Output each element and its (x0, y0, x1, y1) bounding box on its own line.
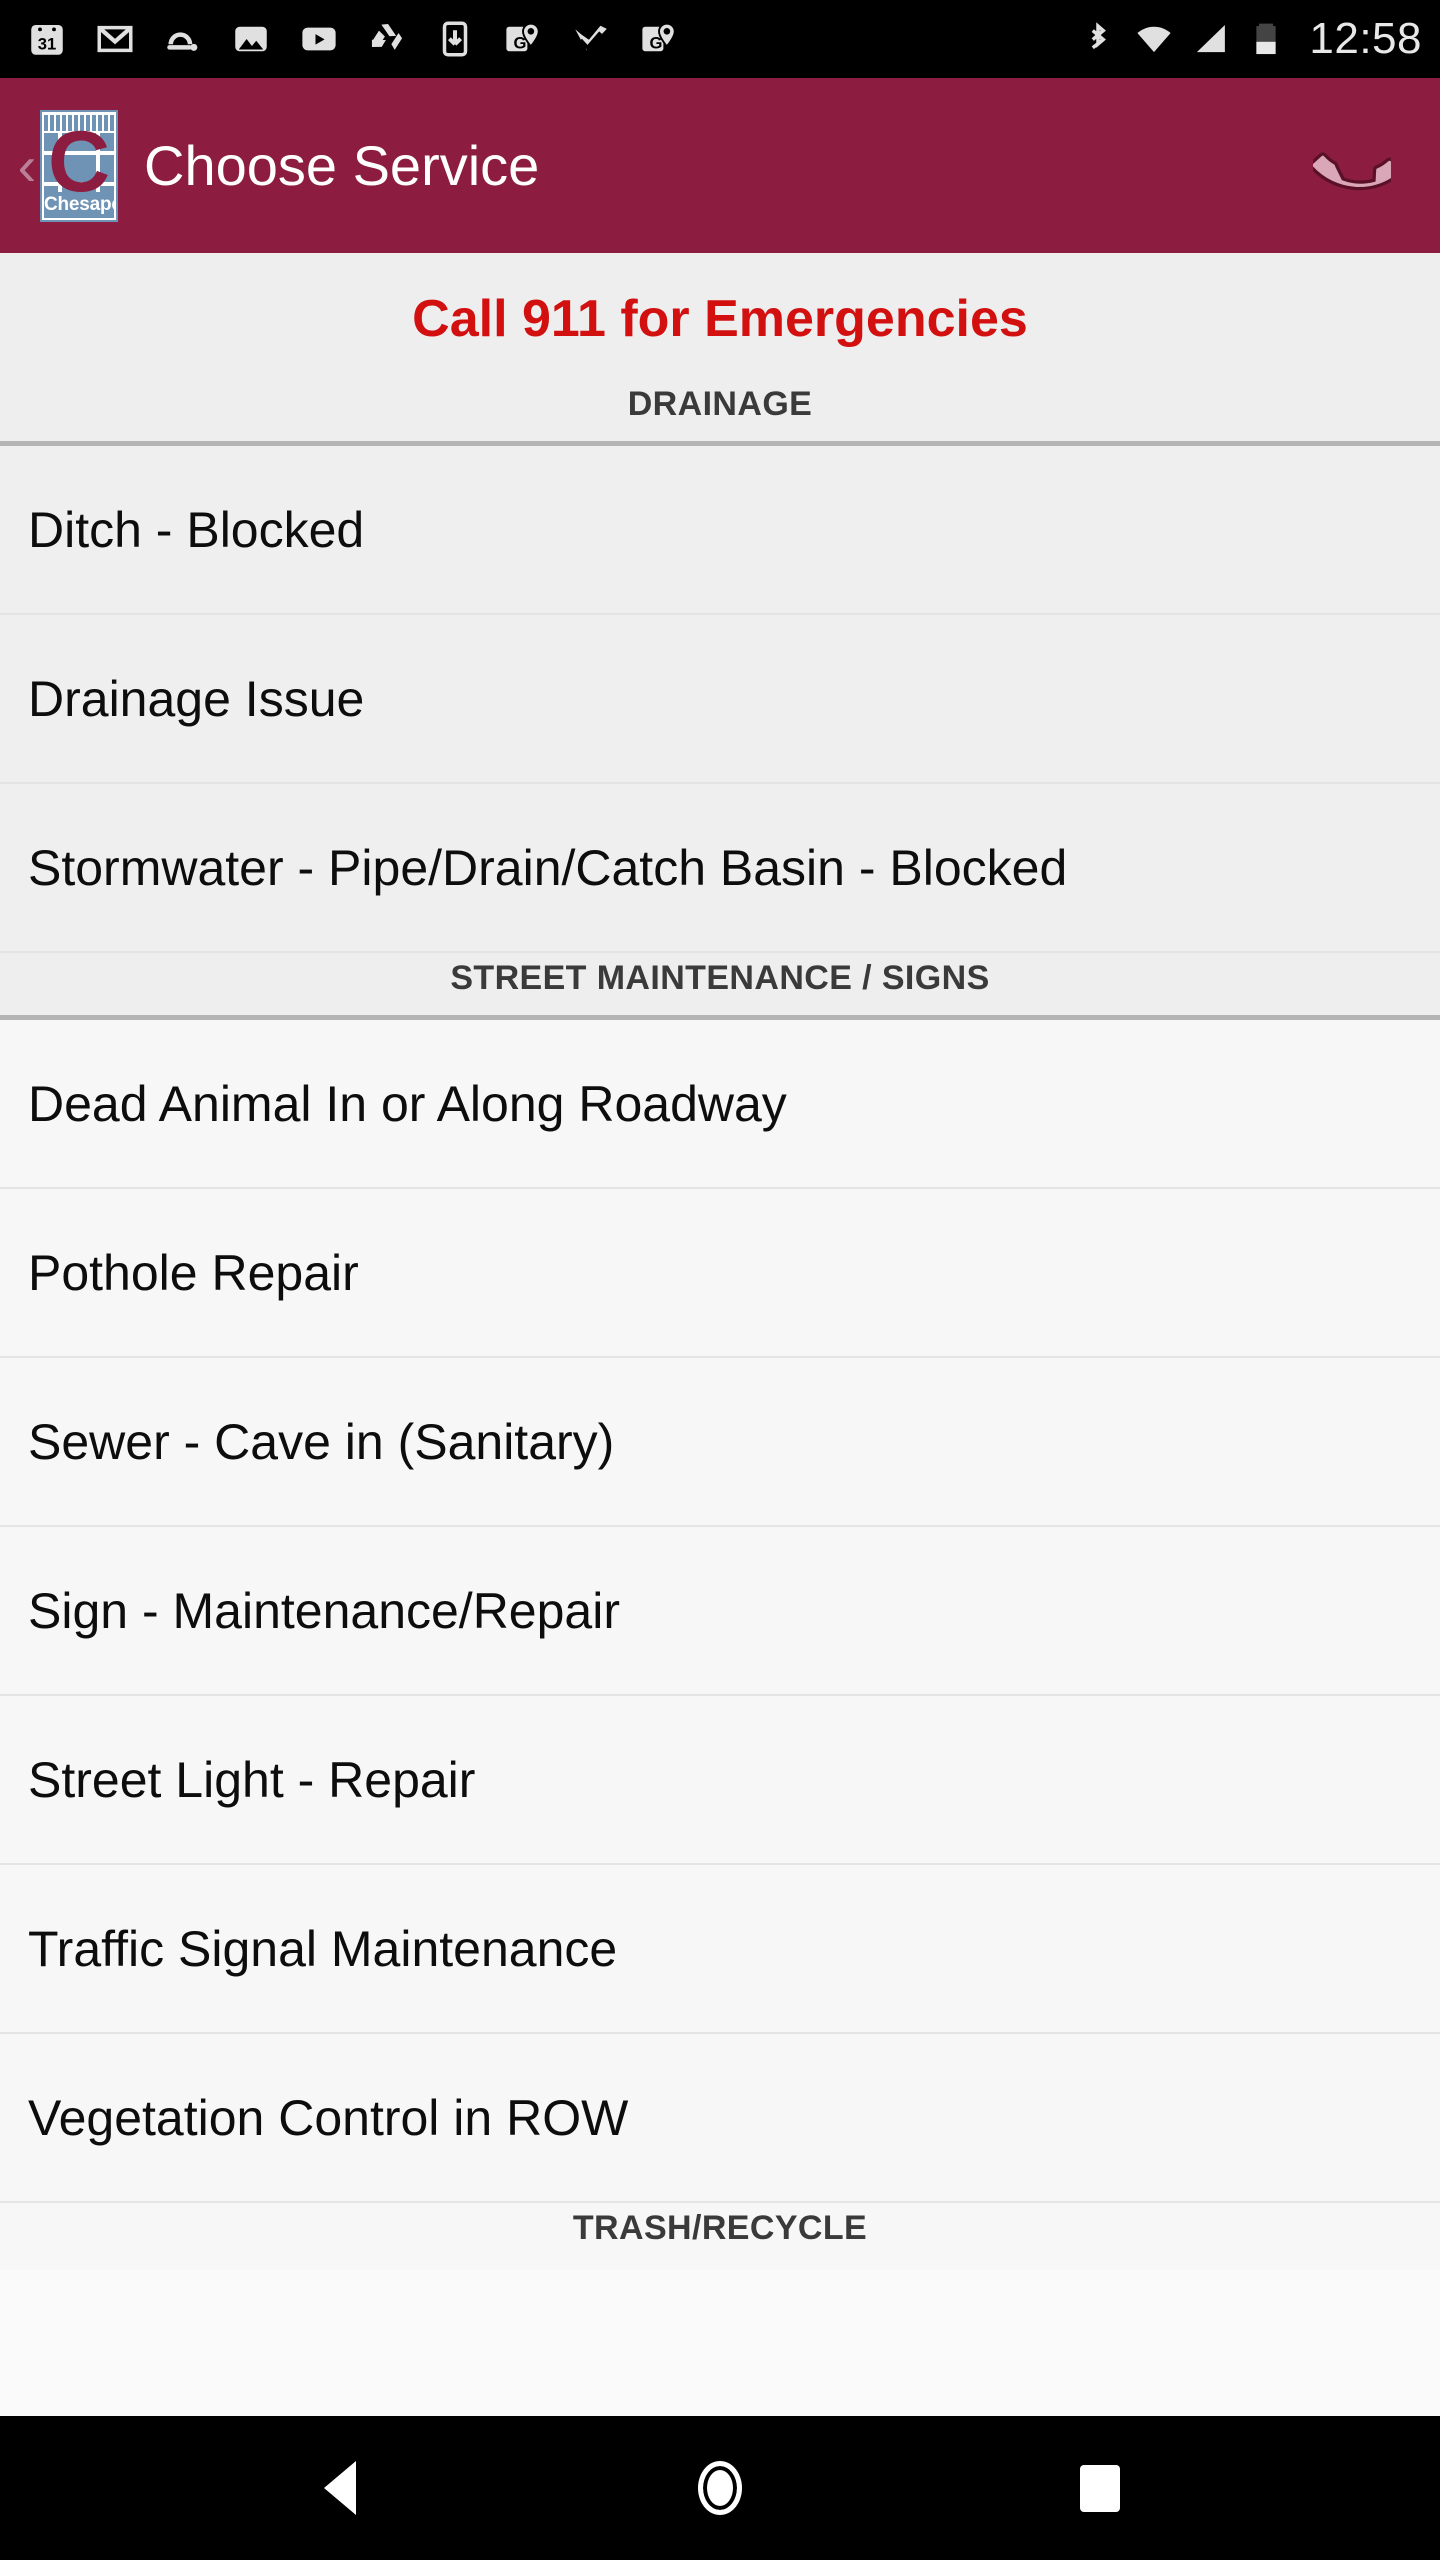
service-label: Vegetation Control in ROW (28, 2089, 629, 2146)
service-label: Drainage Issue (28, 670, 365, 727)
battery-icon (1245, 17, 1287, 61)
emergency-notice: Call 911 for Emergencies (412, 290, 1028, 348)
service-label: Sign - Maintenance/Repair (28, 1582, 620, 1639)
back-nav-icon[interactable] (285, 2433, 395, 2543)
list-item[interactable]: Sign - Maintenance/Repair (0, 1527, 1440, 1696)
youtube-icon (298, 17, 340, 61)
service-label: Sewer - Cave in (Sanitary) (28, 1413, 615, 1470)
bluetooth-icon (1077, 17, 1119, 61)
google-fit-icon (162, 17, 204, 61)
list-item[interactable]: Dead Animal In or Along Roadway (0, 1020, 1440, 1189)
service-label: Traffic Signal Maintenance (28, 1920, 618, 1977)
status-system-icons: 12:58 (1077, 14, 1422, 64)
recents-nav-icon[interactable] (1045, 2433, 1155, 2543)
section-header-label: STREET MAINTENANCE / SIGNS (450, 959, 990, 997)
calendar-31-icon: 31 (26, 17, 68, 61)
back-button[interactable]: ‹ (10, 126, 44, 206)
gmail-icon (94, 17, 136, 61)
service-label: Pothole Repair (28, 1244, 359, 1301)
download-icon (434, 17, 476, 61)
section-header-drainage: DRAINAGE (0, 379, 1440, 446)
tasks-check-icon (570, 17, 612, 61)
logo-letter: C (47, 113, 111, 210)
wifi-icon (1133, 17, 1175, 61)
service-label: Ditch - Blocked (28, 501, 365, 558)
phone-screen: 31 G G 12:58 ‹ C Chesap Choose Service C… (0, 0, 1440, 2560)
status-clock: 12:58 (1309, 14, 1422, 63)
list-item[interactable]: Stormwater - Pipe/Drain/Catch Basin - Bl… (0, 784, 1440, 953)
service-label: Stormwater - Pipe/Drain/Catch Basin - Bl… (28, 839, 1068, 896)
drive-icon (366, 17, 408, 61)
photos-icon (230, 17, 272, 61)
home-nav-icon[interactable] (665, 2433, 775, 2543)
android-nav-bar (0, 2416, 1440, 2560)
section-header-trash-recycle: TRASH/RECYCLE (0, 2203, 1440, 2270)
list-item[interactable]: Vegetation Control in ROW (0, 2034, 1440, 2203)
app-bar: ‹ C Chesapeake Choose Service (0, 78, 1440, 253)
list-item[interactable]: Sewer - Cave in (Sanitary) (0, 1358, 1440, 1527)
list-item[interactable]: Ditch - Blocked (0, 446, 1440, 615)
chesapeake-logo: C Chesapeake (40, 109, 118, 222)
section-header-street-maintenance: STREET MAINTENANCE / SIGNS (0, 953, 1440, 1020)
page-title: Choose Service (144, 134, 540, 197)
service-label: Street Light - Repair (28, 1751, 476, 1808)
list-item[interactable]: Traffic Signal Maintenance (0, 1865, 1440, 2034)
maps-pin-icon: G (502, 17, 544, 61)
svg-text:31: 31 (38, 35, 56, 54)
list-item[interactable]: Pothole Repair (0, 1189, 1440, 1358)
status-bar: 31 G G 12:58 (0, 0, 1440, 78)
logo-city-name: Chesapeake (44, 191, 116, 218)
maps-pin-icon-2: G (638, 17, 680, 61)
emergency-banner: Call 911 for Emergencies (0, 253, 1440, 379)
service-label: Dead Animal In or Along Roadway (28, 1075, 787, 1132)
cell-signal-icon (1189, 17, 1231, 61)
section-header-label: DRAINAGE (627, 385, 813, 423)
status-notification-icons: 31 G G (26, 17, 1077, 61)
phone-icon[interactable] (1300, 114, 1404, 218)
list-item[interactable]: Street Light - Repair (0, 1696, 1440, 1865)
list-item[interactable]: Drainage Issue (0, 615, 1440, 784)
section-header-label: TRASH/RECYCLE (572, 2209, 868, 2247)
service-list-scroll[interactable]: Call 911 for Emergencies DRAINAGE Ditch … (0, 253, 1440, 2416)
